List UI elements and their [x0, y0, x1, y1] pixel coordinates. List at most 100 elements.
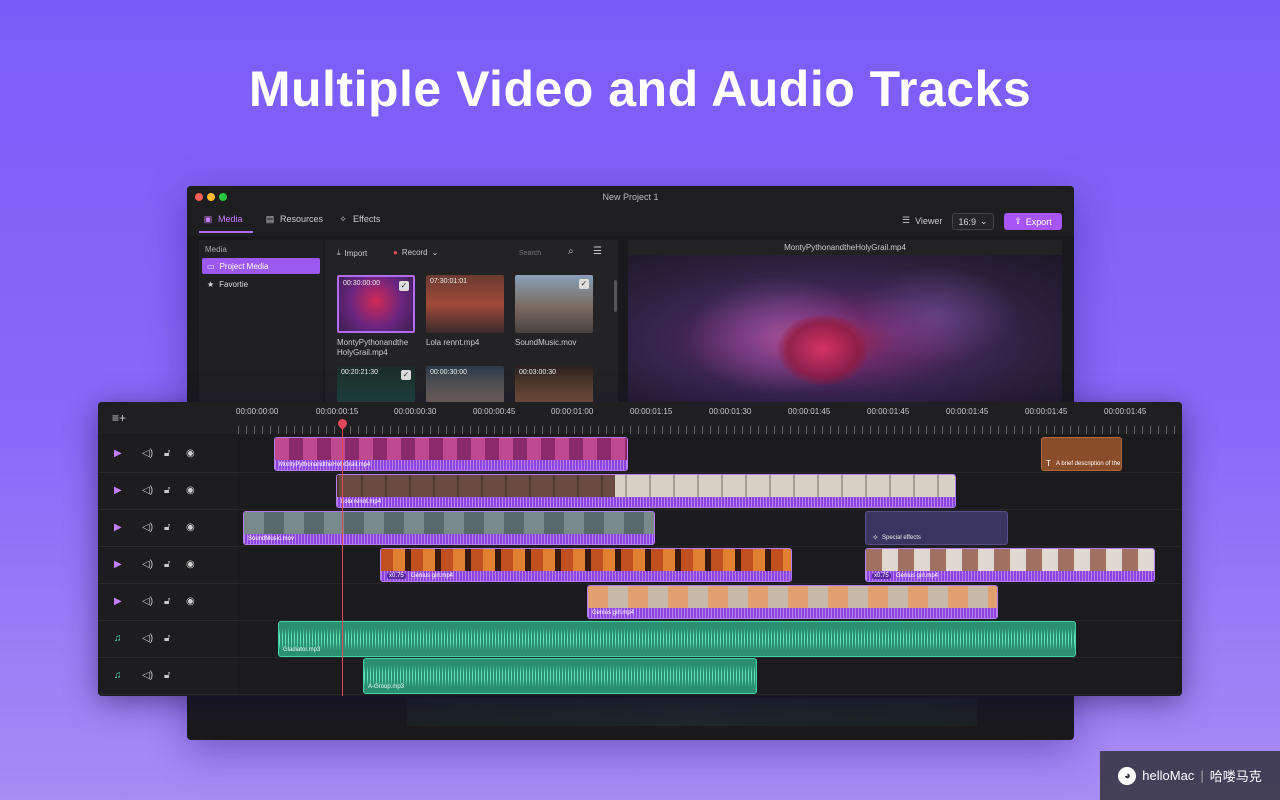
media-scrollbar[interactable]	[614, 280, 617, 312]
chevron-down-icon: ⌄	[979, 216, 988, 226]
watermark: ◕ helloMac | 哈喽马克	[1100, 751, 1280, 800]
search-icon[interactable]: ⌕	[568, 246, 574, 257]
video-track-icon: ▶	[114, 596, 122, 607]
sparkle-icon: ✧	[872, 533, 879, 542]
viewer-button[interactable]: ☰ Viewer	[902, 215, 942, 226]
clip-genius-2[interactable]: x0.75 Genius girl.mp4	[865, 548, 1155, 582]
hero-title: Multiple Video and Audio Tracks	[248, 61, 1032, 117]
ruler-ticks[interactable]	[238, 426, 1182, 434]
lock-icon[interactable]: 🔓︎	[164, 633, 170, 644]
eye-icon[interactable]: ◉	[186, 448, 195, 459]
lock-icon[interactable]: 🔓︎	[164, 485, 170, 496]
ruler-label: 00:00:00:45	[473, 407, 516, 416]
clip-agroup[interactable]: A-Group.mp3	[363, 658, 757, 694]
eye-icon[interactable]: ◉	[186, 485, 195, 496]
speaker-icon[interactable]: ◁)	[142, 522, 153, 533]
eye-icon[interactable]: ◉	[186, 522, 195, 533]
media-sidebar: Media ▭ Project Media ★ Favortie	[199, 240, 323, 410]
ruler-label: 00:00:00:30	[394, 407, 437, 416]
tab-effects[interactable]: ✧ Effects	[338, 214, 380, 224]
sliders-icon: ☰	[902, 215, 911, 225]
track-header-video-3: ▶ ◁) 🔓︎ ◉	[98, 511, 238, 547]
clip-special-effects[interactable]: ✧ Special effects	[865, 511, 1008, 545]
speaker-icon[interactable]: ◁)	[142, 633, 153, 644]
speaker-icon[interactable]: ◁)	[142, 670, 153, 681]
track-header-video-5: ▶ ◁) 🔓︎ ◉	[98, 585, 238, 621]
add-track-icon[interactable]: ≡+	[112, 411, 126, 425]
lock-icon[interactable]: 🔓︎	[164, 596, 170, 607]
import-button[interactable]: ⤓ Import	[337, 248, 367, 258]
video-track-icon: ▶	[114, 559, 122, 570]
ruler-label: 00:00:01:45	[946, 407, 989, 416]
track-header-video-1: ▶ ◁) 🔓︎ ◉	[98, 437, 238, 473]
music-note-icon: ♫	[114, 633, 122, 644]
track-header-audio-1: ♫ ◁) 🔓︎	[98, 622, 238, 658]
check-icon[interactable]: ✓	[401, 370, 411, 380]
import-icon: ⤓	[337, 248, 341, 257]
ruler-label: 00:00:01:45	[867, 407, 910, 416]
ruler-label: 00:00:00:00	[236, 407, 279, 416]
lock-icon[interactable]: 🔓︎	[164, 670, 170, 681]
video-track-icon: ▶	[114, 448, 122, 459]
eye-icon[interactable]: ◉	[186, 596, 195, 607]
aspect-ratio-select[interactable]: 16:9 ⌄	[952, 213, 994, 230]
media-thumb-2[interactable]: 07:30:01:01	[426, 275, 504, 333]
speaker-icon[interactable]: ◁)	[142, 448, 153, 459]
ruler-label: 00:00:01:45	[1104, 407, 1147, 416]
clip-lola[interactable]: Lola rennt.mp4	[336, 474, 956, 508]
ruler-label: 00:00:01:00	[551, 407, 594, 416]
check-icon[interactable]: ✓	[399, 281, 409, 291]
speaker-icon[interactable]: ◁)	[142, 559, 153, 570]
track-header-audio-2: ♫ ◁) 🔓︎	[98, 659, 238, 695]
ruler-label: 00:00:00:15	[316, 407, 359, 416]
lock-icon[interactable]: 🔓︎	[164, 448, 170, 459]
active-tab-indicator	[199, 231, 253, 233]
resources-icon: ▤	[265, 214, 275, 224]
eye-icon[interactable]: ◉	[186, 559, 195, 570]
video-track-icon: ▶	[114, 485, 122, 496]
ruler-label: 00:00:01:45	[788, 407, 831, 416]
check-icon[interactable]: ✓	[579, 279, 589, 289]
clip-gladiator[interactable]: Gladiator.mp3	[278, 621, 1076, 657]
media-name-2: Lola rennt.mp4	[426, 338, 480, 347]
title-bar: New Project 1	[187, 186, 1074, 208]
preview-title: MontyPythonandtheHolyGrail.mp4	[784, 243, 906, 252]
sidebar-item-project-media[interactable]: ▭ Project Media	[202, 258, 320, 274]
list-view-icon[interactable]: ☰	[593, 246, 602, 257]
speaker-icon[interactable]: ◁)	[142, 596, 153, 607]
chevron-down-icon: ⌄	[431, 248, 439, 257]
track-header-video-2: ▶ ◁) 🔓︎ ◉	[98, 474, 238, 510]
speaker-icon[interactable]: ◁)	[142, 485, 153, 496]
clip-genius-1[interactable]: x0.75 Genius girl.mp4	[380, 548, 792, 582]
music-note-icon: ♫	[114, 670, 122, 681]
preview-frame	[628, 255, 1062, 410]
ruler-label: 00:00:01:30	[709, 407, 752, 416]
lock-icon[interactable]: 🔓︎	[164, 559, 170, 570]
clip-soundmusic[interactable]: SoundMusic.mov	[243, 511, 655, 545]
lock-icon[interactable]: 🔓︎	[164, 522, 170, 533]
media-thumb-1[interactable]: 00:30:00:00 ✓	[337, 275, 415, 333]
media-icon: ▣	[203, 214, 213, 224]
timeline-ruler: ≡+ 00:00:00:00 00:00:00:15 00:00:00:30 0…	[98, 402, 1182, 434]
sidebar-item-favorite[interactable]: ★ Favortie	[202, 276, 320, 292]
timeline-panel: ≡+ 00:00:00:00 00:00:00:15 00:00:00:30 0…	[98, 402, 1182, 696]
hidden-track-strip	[407, 698, 977, 726]
media-thumb-3[interactable]: ✓	[515, 275, 593, 333]
window-title: New Project 1	[602, 192, 659, 202]
clip-text[interactable]: T A brief description of the	[1041, 437, 1122, 471]
tab-resources[interactable]: ▤ Resources	[265, 214, 323, 224]
clip-genius-3[interactable]: Genius girl.mp4	[587, 585, 998, 619]
track-header-video-4: ▶ ◁) 🔓︎ ◉	[98, 548, 238, 584]
star-icon: ★	[207, 279, 215, 289]
record-button[interactable]: ● Record ⌄	[393, 248, 438, 257]
tab-media[interactable]: ▣ Media	[203, 214, 243, 224]
media-browser: ⤓ Import ● Record ⌄ ⌕ ☰ 00:30:00:00 ✓ Mo…	[325, 240, 618, 410]
hellomac-logo-icon: ◕	[1118, 766, 1137, 785]
folder-icon: ▭	[207, 261, 215, 271]
playhead[interactable]	[342, 424, 343, 696]
preview-panel: MontyPythonandtheHolyGrail.mp4	[628, 240, 1062, 410]
media-name-1: MontyPythonandthe HolyGrail.mp4	[337, 338, 409, 357]
clip-monty[interactable]: MontyPythonandtheHolyGrail.mp4	[274, 437, 628, 471]
video-track-icon: ▶	[114, 522, 122, 533]
export-button[interactable]: ⇪ Export	[1004, 213, 1062, 230]
